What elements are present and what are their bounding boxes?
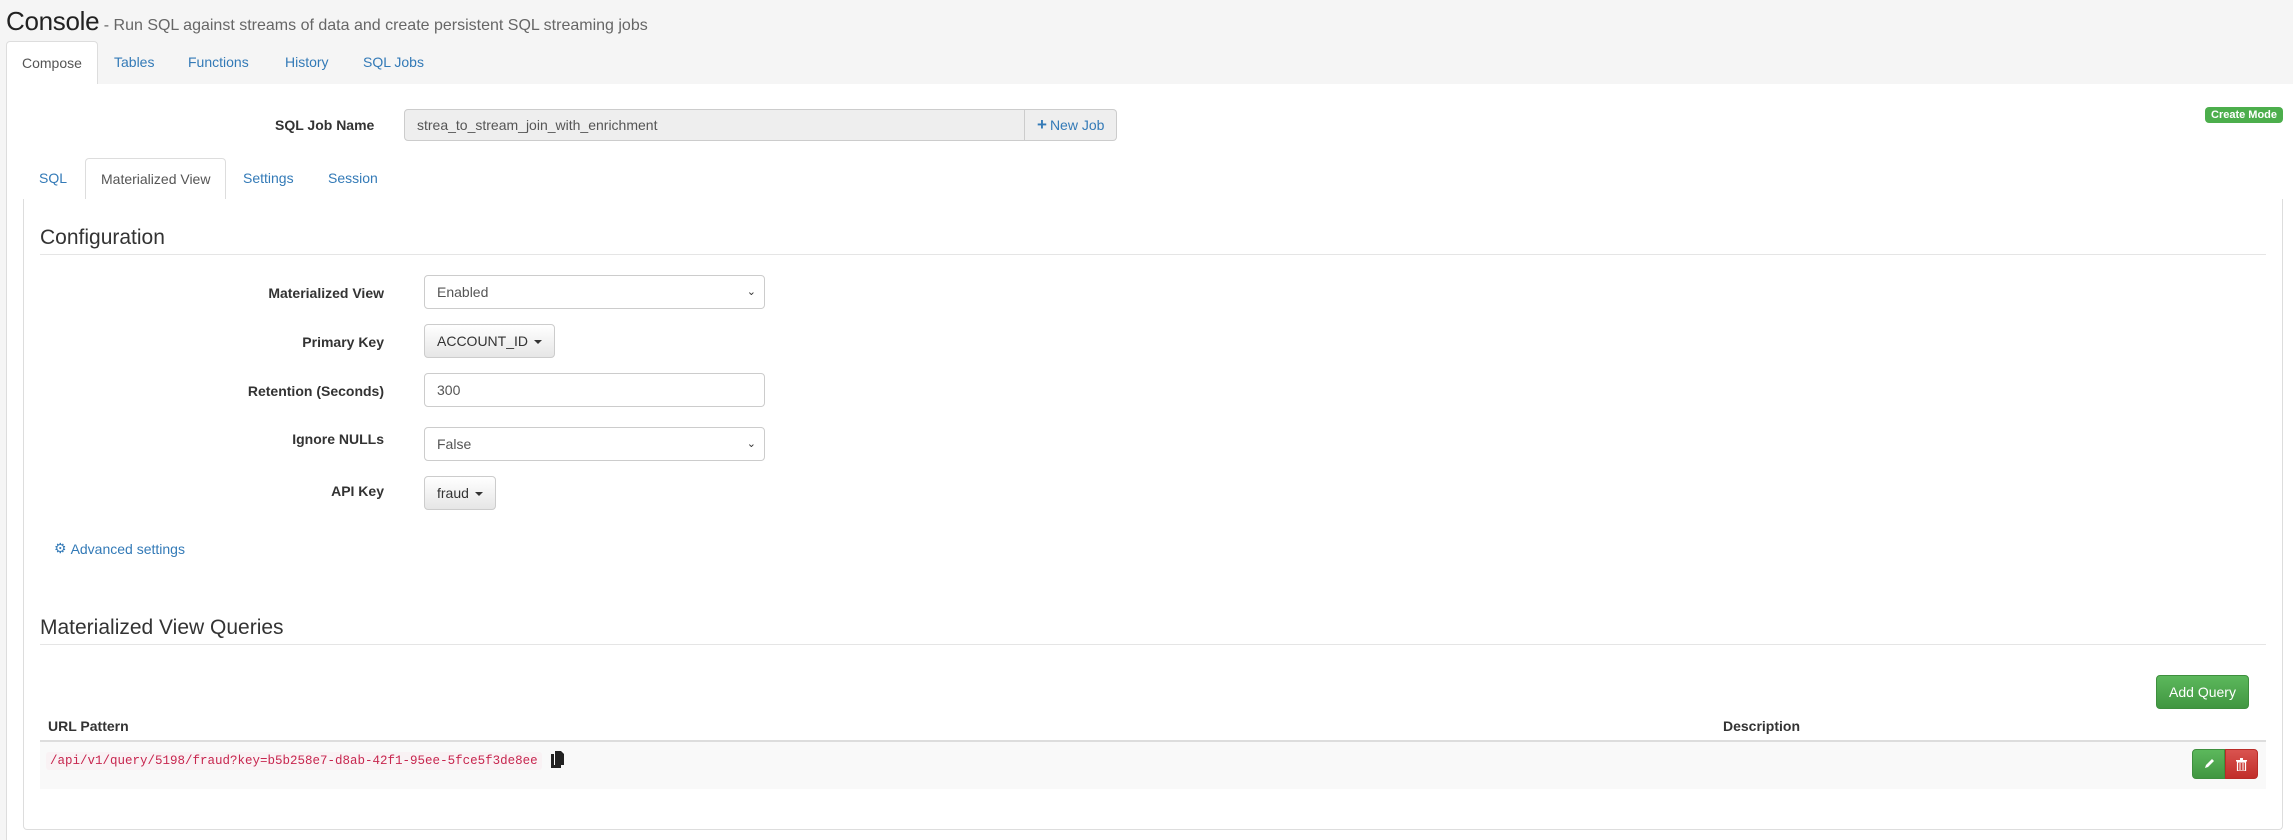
sql-job-name-input[interactable] [404,109,1025,141]
retention-value: 300 [437,382,461,398]
tab-settings[interactable]: Settings [228,158,309,198]
tab-sql[interactable]: SQL [24,158,82,198]
tab-compose[interactable]: Compose [6,41,98,86]
tab-tables[interactable]: Tables [99,41,169,83]
gears-icon: ⚙ [54,540,67,556]
page-header: Console - Run SQL against streams of dat… [6,6,648,37]
ignore-nulls-select[interactable]: False ⌄ [424,427,765,461]
configuration-heading: Configuration [40,226,165,249]
queries-divider [40,644,2266,645]
tab-materialized-view[interactable]: Materialized View [85,158,227,201]
chevron-down-icon: ⌄ [746,438,756,450]
column-header-description: Description [1723,718,1801,734]
page-title: Console [6,6,100,36]
table-row: /api/v1/query/5198/fraud?key=b5b258e7-d8… [40,742,2266,789]
pencil-icon [2204,759,2214,768]
materialized-view-panel: Configuration Materialized View Enabled … [23,199,2283,830]
primary-key-dropdown[interactable]: ACCOUNT_ID [424,324,556,358]
edit-button[interactable] [2192,749,2225,779]
queries-heading: Materialized View Queries [40,616,284,639]
api-key-dropdown[interactable]: fraud [424,476,496,510]
ignore-nulls-value: False [437,436,472,452]
plus-icon: + [1037,115,1047,134]
tab-functions[interactable]: Functions [173,41,264,83]
new-job-label: New Job [1049,117,1105,133]
column-header-url-pattern: URL Pattern [48,718,129,734]
row-actions [2192,749,2258,779]
job-tabs: SQL Materialized View Settings Session [24,158,2282,201]
caret-down-icon [534,340,543,345]
ignore-nulls-label: Ignore NULLs [292,431,384,447]
materialized-view-value: Enabled [437,284,489,300]
primary-key-label: Primary Key [302,334,384,350]
retention-input[interactable]: 300 [424,373,765,407]
sql-job-name-label: SQL Job Name [275,117,375,133]
url-pattern-value: /api/v1/query/5198/fraud?key=b5b258e7-d8… [46,752,542,770]
chevron-down-icon: ⌄ [746,286,756,298]
trash-icon [2236,757,2247,771]
caret-down-icon [474,492,483,497]
create-mode-badge: Create Mode [2205,107,2284,123]
sql-job-name-group: + New Job [404,109,1118,141]
tab-session[interactable]: Session [313,158,393,198]
tab-history[interactable]: History [270,41,344,83]
delete-button[interactable] [2225,749,2258,779]
advanced-settings-link[interactable]: ⚙ Advanced settings [54,540,185,557]
api-key-label: API Key [331,483,384,499]
page-subtitle: - Run SQL against streams of data and cr… [99,17,648,34]
console-tabs: Compose Tables Functions History SQL Job… [6,41,2293,86]
materialized-view-select[interactable]: Enabled ⌄ [424,275,765,309]
new-job-button[interactable]: + New Job [1025,109,1118,141]
retention-label: Retention (Seconds) [247,383,384,399]
primary-key-value: ACCOUNT_ID [437,333,529,349]
configuration-divider [40,254,2266,255]
add-query-button[interactable]: Add Query [2156,675,2249,709]
copy-icon[interactable] [551,751,567,769]
api-key-value: fraud [437,485,469,501]
advanced-settings-label: Advanced settings [70,540,185,557]
materialized-view-label: Materialized View [268,285,384,301]
tab-sql-jobs[interactable]: SQL Jobs [348,41,439,83]
